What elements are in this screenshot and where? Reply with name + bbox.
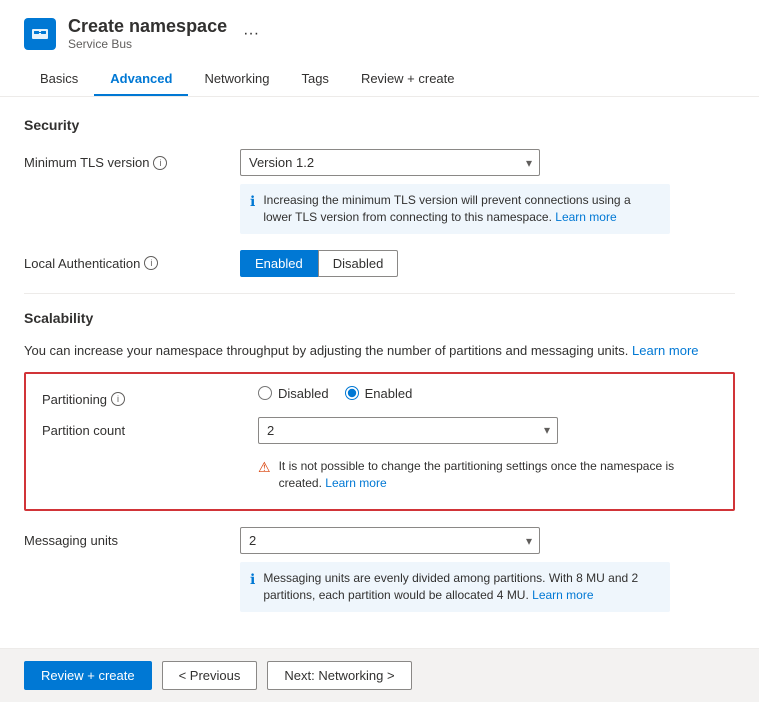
- partition-count-label: Partition count: [42, 417, 242, 438]
- tab-basics[interactable]: Basics: [24, 63, 94, 96]
- auth-disabled-button[interactable]: Disabled: [318, 250, 399, 277]
- tls-select-wrapper: Version 1.2 ▾: [240, 149, 540, 176]
- tab-networking[interactable]: Networking: [188, 63, 285, 96]
- tls-info-text: Increasing the minimum TLS version will …: [263, 192, 660, 226]
- auth-enabled-button[interactable]: Enabled: [240, 250, 318, 277]
- auth-label: Local Authentication i: [24, 250, 224, 271]
- messaging-units-select[interactable]: 2: [240, 527, 540, 554]
- messaging-units-field-row: Messaging units 2 ▾ ℹ Messaging units ar…: [24, 527, 735, 612]
- partition-warn-learn-more-link[interactable]: Learn more: [325, 476, 386, 490]
- partitioning-disabled-radio[interactable]: [258, 386, 272, 400]
- footer: Review + create < Previous Next: Network…: [0, 648, 759, 702]
- messaging-units-control: 2 ▾ ℹ Messaging units are evenly divided…: [240, 527, 735, 612]
- partitioning-enabled-radio[interactable]: [345, 386, 359, 400]
- auth-toggle-group: Enabled Disabled: [240, 250, 735, 277]
- page-title: Create namespace: [68, 16, 227, 37]
- header-text-group: Create namespace Service Bus: [68, 16, 227, 51]
- tls-learn-more-link[interactable]: Learn more: [555, 210, 616, 224]
- partitioning-box: Partitioning i Disabled Enabled: [24, 372, 735, 512]
- auth-field-row: Local Authentication i Enabled Disabled: [24, 250, 735, 277]
- tls-info-box: ℹ Increasing the minimum TLS version wil…: [240, 184, 670, 234]
- page-subtitle: Service Bus: [68, 37, 227, 51]
- messaging-units-select-wrapper: 2 ▾: [240, 527, 540, 554]
- tab-tags[interactable]: Tags: [285, 63, 344, 96]
- tab-bar: Basics Advanced Networking Tags Review +…: [0, 63, 759, 97]
- messaging-units-info-box: ℹ Messaging units are evenly divided amo…: [240, 562, 670, 612]
- partitioning-enabled-option[interactable]: Enabled: [345, 386, 413, 401]
- tls-field-row: Minimum TLS version i Version 1.2 ▾ ℹ In…: [24, 149, 735, 234]
- partitioning-disabled-label: Disabled: [278, 386, 329, 401]
- tls-label: Minimum TLS version i: [24, 149, 224, 170]
- main-content: Security Minimum TLS version i Version 1…: [0, 97, 759, 648]
- partitioning-field-row: Partitioning i Disabled Enabled: [42, 386, 717, 407]
- review-create-button[interactable]: Review + create: [24, 661, 152, 690]
- partitioning-control: Disabled Enabled: [258, 386, 717, 401]
- tls-info-icon[interactable]: i: [153, 156, 167, 170]
- messaging-units-info-circle-icon: ℹ: [250, 571, 255, 588]
- partitioning-enabled-label: Enabled: [365, 386, 413, 401]
- auth-info-icon[interactable]: i: [144, 256, 158, 270]
- partitioning-label: Partitioning i: [42, 386, 242, 407]
- tls-select[interactable]: Version 1.2: [240, 149, 540, 176]
- messaging-units-label: Messaging units: [24, 527, 224, 548]
- scalability-learn-more-link[interactable]: Learn more: [632, 343, 698, 358]
- security-section-title: Security: [24, 117, 735, 133]
- partitioning-radio-group: Disabled Enabled: [258, 386, 717, 401]
- tls-control: Version 1.2 ▾ ℹ Increasing the minimum T…: [240, 149, 735, 234]
- partition-count-field-row: Partition count 2 ▾ ⚠ It is not po: [42, 417, 717, 498]
- partition-warn-icon: ⚠: [258, 459, 271, 476]
- previous-button[interactable]: < Previous: [162, 661, 258, 690]
- more-options-icon[interactable]: ···: [243, 25, 259, 43]
- partitioning-disabled-option[interactable]: Disabled: [258, 386, 329, 401]
- scalability-section-title: Scalability: [24, 310, 735, 326]
- page-header: Create namespace Service Bus ···: [0, 0, 759, 63]
- next-button[interactable]: Next: Networking >: [267, 661, 411, 690]
- partition-count-select-wrapper: 2 ▾: [258, 417, 558, 444]
- partition-warn-text: It is not possible to change the partiti…: [279, 458, 688, 492]
- messaging-units-learn-more-link[interactable]: Learn more: [532, 588, 593, 602]
- partition-count-control: 2 ▾ ⚠ It is not possible to change the p…: [258, 417, 717, 498]
- section-divider: [24, 293, 735, 294]
- scalability-description: You can increase your namespace throughp…: [24, 342, 735, 360]
- tab-advanced[interactable]: Advanced: [94, 63, 188, 96]
- partition-warn-box: ⚠ It is not possible to change the parti…: [258, 452, 688, 498]
- tls-info-circle-icon: ℹ: [250, 193, 255, 210]
- auth-control: Enabled Disabled: [240, 250, 735, 277]
- partitioning-info-icon[interactable]: i: [111, 392, 125, 406]
- tab-review-create[interactable]: Review + create: [345, 63, 471, 96]
- messaging-units-info-text: Messaging units are evenly divided among…: [263, 570, 660, 604]
- service-bus-icon: [24, 18, 56, 50]
- partition-count-select[interactable]: 2: [258, 417, 558, 444]
- scalability-section: Scalability You can increase your namesp…: [24, 310, 735, 612]
